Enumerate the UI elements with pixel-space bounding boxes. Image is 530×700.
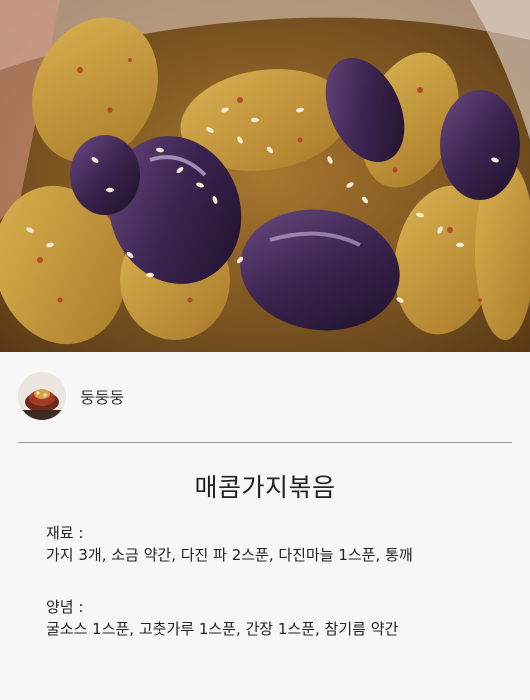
sauce-section: 양념 : 굴소스 1스푼, 고춧가루 1스푼, 간장 1스푼, 참기름 약간 <box>46 596 516 640</box>
author-name[interactable]: 둥둥둥 <box>80 384 124 408</box>
eggplant-dish-image <box>0 0 530 352</box>
ingredients-text: 가지 3개, 소금 약간, 다진 파 2스푼, 다진마늘 1스푼, 통깨 <box>46 546 413 564</box>
author-row[interactable]: 둥둥둥 <box>18 372 124 420</box>
recipe-title: 매콤가지볶음 <box>194 473 336 502</box>
recipe-card: 둥둥둥 매콤가지볶음 재료 : 가지 3개, 소금 약간, 다진 파 2스푼, … <box>0 352 530 700</box>
recipe-photo <box>0 0 530 352</box>
ingredients-label: 재료 : <box>46 524 84 542</box>
avatar-image <box>18 372 66 420</box>
avatar[interactable] <box>18 372 66 420</box>
divider <box>18 442 512 443</box>
sauce-label: 양념 : <box>46 598 84 616</box>
ingredients-section: 재료 : 가지 3개, 소금 약간, 다진 파 2스푼, 다진마늘 1스푼, 통… <box>46 522 516 566</box>
sauce-text: 굴소스 1스푼, 고춧가루 1스푼, 간장 1스푼, 참기름 약간 <box>46 620 399 638</box>
